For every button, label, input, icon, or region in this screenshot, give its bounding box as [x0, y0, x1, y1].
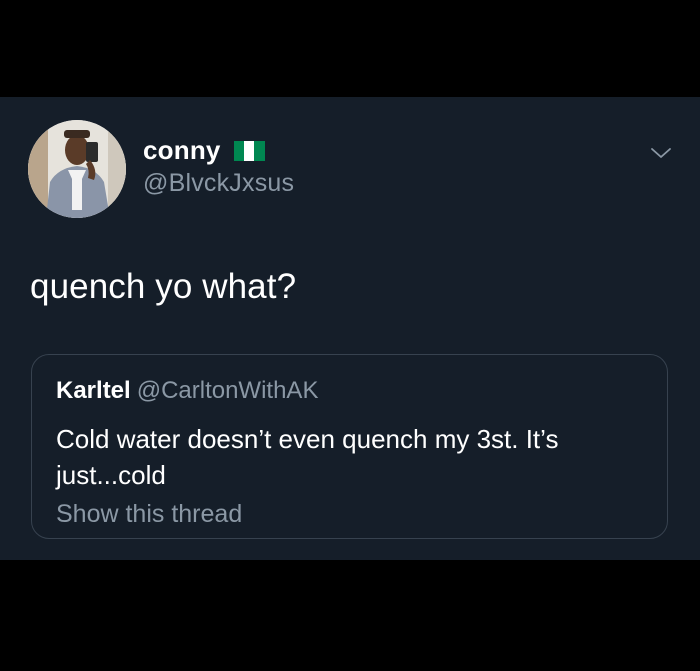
quoted-author-handle: @CarltonWithAK: [136, 377, 319, 404]
tweet-card[interactable]: conny @BlvckJxsus quench yo what? Karlte…: [0, 97, 700, 560]
author-name-row: conny: [143, 133, 265, 167]
quoted-tweet-text: Cold water doesn’t even quench my 3st. I…: [56, 424, 559, 490]
chevron-down-icon[interactable]: [649, 141, 673, 165]
screenshot-frame: conny @BlvckJxsus quench yo what? Karlte…: [0, 0, 700, 671]
avatar[interactable]: [28, 120, 126, 218]
nigeria-flag-icon: [233, 141, 265, 161]
author-display-name[interactable]: conny: [143, 135, 221, 166]
avatar-photo: [28, 120, 126, 218]
quoted-tweet-header: Karltel @CarltonWithAK: [56, 377, 318, 405]
tweet-text: quench yo what?: [30, 267, 297, 306]
quoted-tweet[interactable]: Karltel @CarltonWithAK Cold water doesn’t…: [31, 354, 668, 539]
author-handle[interactable]: @BlvckJxsus: [143, 169, 294, 198]
show-thread-link[interactable]: Show this thread: [56, 500, 242, 529]
quoted-author-display-name: Karltel: [56, 377, 131, 404]
